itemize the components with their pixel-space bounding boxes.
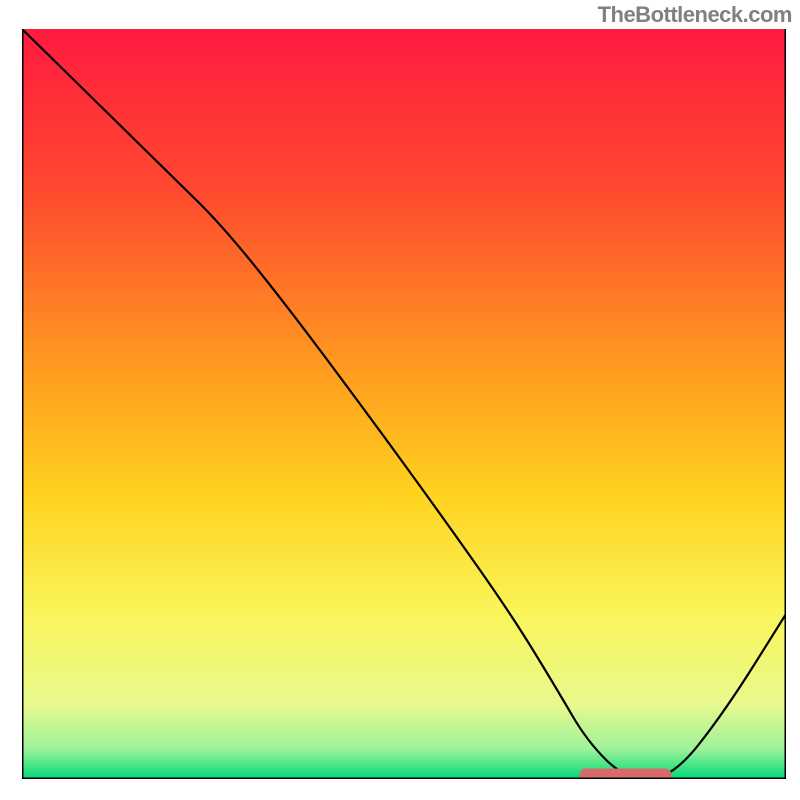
watermark-text: TheBottleneck.com bbox=[598, 2, 792, 28]
chart-svg bbox=[22, 29, 786, 779]
optimal-marker bbox=[580, 769, 672, 780]
chart-container bbox=[22, 29, 786, 779]
